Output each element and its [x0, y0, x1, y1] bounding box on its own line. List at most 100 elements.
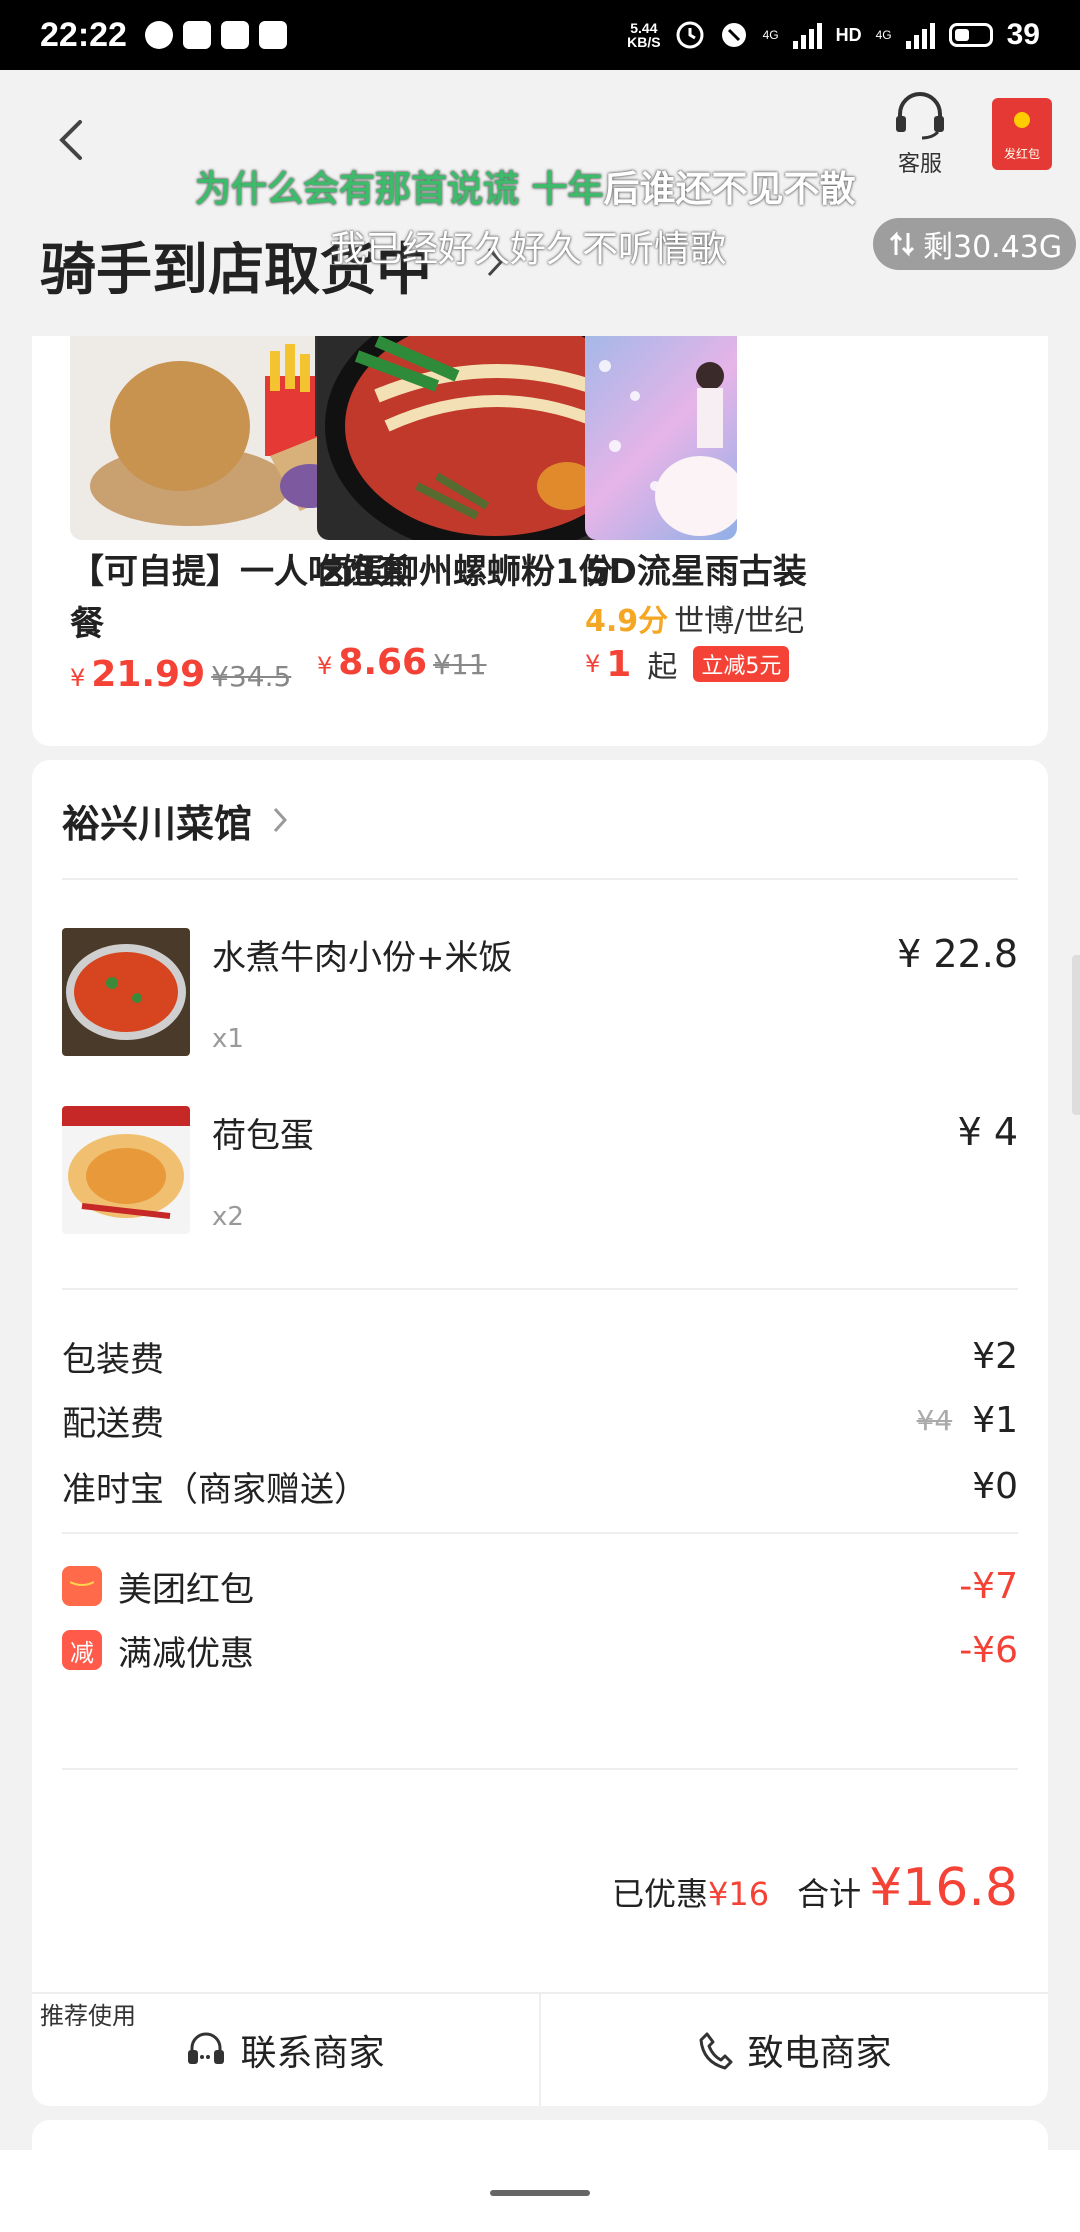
merchant-actions: 推荐使用 联系商家 致电商家 [32, 1992, 1048, 2106]
dish-name: 水煮牛肉小份+米饭 [212, 938, 513, 978]
mail-notification-icon [182, 21, 211, 49]
status-time: 22:22 [40, 15, 127, 54]
rec-rating-row: 4.9分 世博/世纪 [585, 596, 1048, 640]
divider [62, 878, 1018, 880]
floating-lyric-line-2: 我已经好久好久不听情歌 [330, 229, 727, 270]
price-original: ¥11 [433, 648, 487, 681]
discount-row-reduction: 减 满减优惠 -¥6 [62, 1620, 1018, 1680]
status-bar: 22:22 5.44 KB/S 4G HD 4G 39 [0, 0, 1080, 70]
divider [62, 1288, 1018, 1290]
network-type-2: 4G [875, 28, 892, 42]
network-type-1: 4G [762, 28, 779, 42]
price-current: 21.99 [91, 654, 206, 695]
recommendation-carousel[interactable]: 【可自提】一人吃饱套餐 ¥21.99 ¥34.5 卤蛋柳州螺蛳粉1份 ¥8.66 [32, 336, 1048, 746]
alarm-icon [676, 21, 704, 49]
discount-tag: 立减5元 [693, 646, 790, 682]
net-speed-unit: KB/S [627, 34, 661, 50]
price-current: 1 [606, 643, 632, 685]
dish-image-boiled-beef [62, 928, 190, 1056]
battery-level: 39 [1006, 18, 1040, 51]
signal-icon-2 [905, 21, 935, 49]
call-merchant-label: 致电商家 [747, 2033, 892, 2074]
dish-name: 荷包蛋 [212, 1116, 314, 1156]
lyric-highlight: 为什么会有那首说谎 十年 [195, 169, 604, 210]
back-button[interactable] [50, 110, 90, 170]
fee-amount: ¥1 [972, 1399, 1018, 1441]
customer-service-label: 客服 [897, 152, 942, 177]
discount-amount: -¥7 [959, 1565, 1018, 1607]
divider [62, 1532, 1018, 1534]
recommend-tag: 推荐使用 [32, 1994, 144, 2033]
total-row: 已优惠 ¥16 合计 ¥16.8 [612, 1858, 1018, 1918]
status-right: 5.44 KB/S 4G HD 4G 39 [627, 18, 1040, 52]
dish-price: ¥ 4 [957, 1110, 1018, 1154]
app-s-notification-icon [220, 21, 249, 49]
rating-score: 4.9分 [585, 604, 669, 639]
customer-service-button[interactable]: 客服 [880, 90, 960, 178]
phone-icon [699, 2032, 733, 2070]
signal-icon-1 [792, 21, 822, 49]
shop-name: 裕兴川菜馆 [62, 801, 253, 846]
contact-merchant-label: 联系商家 [240, 2033, 385, 2074]
dish-qty: x2 [212, 1202, 244, 1232]
reduction-icon: 减 [62, 1630, 102, 1670]
net-speed: 5.44 KB/S [627, 21, 660, 49]
home-indicator[interactable] [490, 2190, 590, 2196]
divider [62, 1768, 1018, 1770]
red-packet-icon [62, 1566, 102, 1606]
currency-symbol: ¥ [70, 664, 86, 692]
order-header: 客服 发红包 骑手到店取货中 为什么会有那首说谎 十年后谁还不见不散 我已经好久… [0, 70, 1080, 330]
currency-symbol: ¥ [585, 650, 601, 678]
sync-arrows-icon [889, 231, 915, 257]
dish-qty: x1 [212, 1024, 244, 1054]
shop-header[interactable]: 裕兴川菜馆 [62, 790, 288, 850]
price-current: 8.66 [338, 642, 428, 683]
hd-badge: HD [835, 24, 862, 45]
headset-icon [896, 92, 944, 140]
dish-price: ¥ 22.8 [897, 932, 1018, 976]
fee-row-delivery: 配送费 ¥4 ¥1 [62, 1390, 1018, 1450]
total-label: 合计 [797, 1875, 862, 1913]
price-suffix: 起 [647, 650, 678, 685]
fee-amount: ¥2 [972, 1335, 1018, 1377]
chat-headset-icon [188, 2032, 225, 2064]
discount-total-label: 已优惠 [612, 1875, 709, 1913]
rec-price: ¥1 起 立减5元 [585, 642, 1048, 686]
data-usage-pill[interactable]: 剩30.43G [873, 218, 1077, 270]
red-packet-button[interactable]: 发红包 [992, 98, 1052, 170]
fee-original: ¥4 [916, 1403, 953, 1437]
total-amount: ¥16.8 [869, 1858, 1018, 1918]
notification-icons [144, 21, 287, 49]
red-packet-label: 发红包 [1003, 147, 1040, 161]
fee-label: 配送费 [62, 1403, 164, 1444]
call-merchant-button[interactable]: 致电商家 [539, 1994, 1048, 2106]
discount-total-amount: ¥16 [708, 1875, 770, 1913]
fee-label: 包装费 [62, 1339, 164, 1380]
lyric-rest: 后谁还不见不散 [603, 169, 856, 210]
currency-symbol: ¥ [317, 652, 333, 680]
discount-label: 满减优惠 [118, 1633, 254, 1674]
fee-row-ontime: 准时宝（商家赠送） ¥0 [62, 1456, 1018, 1516]
discount-amount: -¥6 [959, 1629, 1018, 1671]
fee-label: 准时宝（商家赠送） [62, 1469, 368, 1510]
dish-image-fried-egg [62, 1106, 190, 1234]
order-detail-card: 裕兴川菜馆 水煮牛肉小份+米饭 x1 ¥ 22.8 荷包蛋 x2 ¥ 4 包装费… [32, 760, 1048, 2106]
system-nav-bar [0, 2150, 1080, 2232]
price-original: ¥34.5 [211, 660, 292, 693]
discount-label: 美团红包 [118, 1569, 254, 1610]
order-item: 荷包蛋 x2 ¥ 4 [62, 1106, 1018, 1236]
side-scroll-handle[interactable] [1072, 955, 1080, 1115]
rec-image-photo-studio [585, 336, 737, 540]
rec-title: 5D流星雨古装 [585, 552, 807, 592]
fee-row-packaging: 包装费 ¥2 [62, 1326, 1018, 1386]
data-remaining-text: 剩30.43G [923, 230, 1063, 265]
fee-amount: ¥0 [972, 1465, 1018, 1507]
contact-merchant-button[interactable]: 推荐使用 联系商家 [32, 1994, 539, 2106]
back-arrow-icon [59, 120, 82, 160]
red-packet-icon [1014, 112, 1030, 128]
rec-item-photo-studio[interactable]: 5D流星雨古装 4.9分 世博/世纪 ¥1 起 立减5元 [585, 336, 1048, 686]
dnd-icon [721, 23, 746, 47]
discount-row-redpacket: 美团红包 -¥7 [62, 1556, 1018, 1616]
floating-lyric-line-1: 为什么会有那首说谎 十年后谁还不见不散 [195, 160, 856, 212]
order-item: 水煮牛肉小份+米饭 x1 ¥ 22.8 [62, 928, 1018, 1058]
